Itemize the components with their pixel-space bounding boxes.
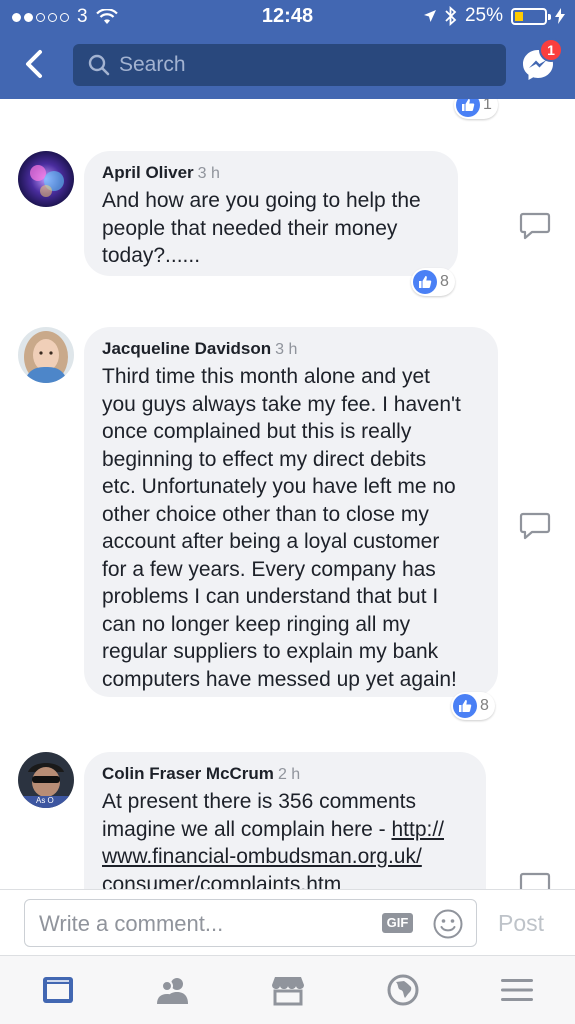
avatar[interactable]: [18, 327, 74, 383]
location-arrow-icon: [423, 10, 436, 22]
comment-link[interactable]: consumer/complaints.htm: [102, 873, 341, 890]
reply-icon[interactable]: [519, 511, 551, 541]
battery-percent: 25%: [464, 5, 503, 26]
battery-icon: [511, 7, 551, 25]
app-screen: 3 12:48 25% Search 1 1 April Oliver 3 h …: [0, 0, 575, 1024]
like-count-chip[interactable]: 8: [411, 268, 455, 296]
comment-line: today?......: [102, 244, 201, 267]
thumbs-up-icon: [413, 270, 437, 294]
comment-author[interactable]: April Oliver: [102, 163, 194, 182]
comment-line: people that needed their money: [102, 216, 398, 240]
globe-notifications-icon[interactable]: [385, 973, 421, 1007]
news-feed-icon[interactable]: [40, 973, 76, 1007]
charging-bolt-icon: [555, 8, 565, 24]
comment-link[interactable]: www.financial-ombudsman.org.uk/: [102, 845, 422, 868]
comment-line-text: imagine we all complain here -: [102, 817, 392, 841]
marketplace-icon[interactable]: [270, 973, 306, 1007]
tab-bar: [0, 955, 575, 1024]
comment-line: other choice other than to close my: [102, 502, 429, 526]
comment-line: account after being a loyal customer: [102, 530, 440, 553]
comment-placeholder: Write a comment...: [39, 911, 224, 936]
like-count: 8: [480, 697, 489, 714]
comment-author[interactable]: Colin Fraser McCrum: [102, 764, 274, 783]
comment-link[interactable]: http://: [391, 818, 444, 841]
bluetooth-icon: [445, 6, 457, 26]
search-input[interactable]: Search: [73, 44, 506, 86]
comment-line: can no longer keep ringing all my: [102, 612, 411, 636]
comment-line: beginning to effect my direct debits: [102, 447, 427, 471]
post-button[interactable]: Post: [498, 910, 544, 937]
comment-feed[interactable]: 1 April Oliver 3 h And how are you going …: [0, 99, 575, 889]
like-count: 1: [483, 99, 492, 113]
like-count: 8: [440, 273, 449, 290]
comment-input[interactable]: Write a comment... GIF: [24, 899, 477, 947]
comment-text: Third time this month alone and yet you …: [102, 363, 480, 693]
comment-line: computers have messed up yet again!: [102, 667, 457, 691]
comment-line: And how are you going to help the: [102, 189, 421, 212]
comment-time: 3 h: [275, 341, 298, 358]
comment-line: consumer/complaints.htm: [102, 871, 468, 890]
comment-text: And how are you going to help the people…: [102, 187, 440, 270]
emoji-icon[interactable]: [432, 908, 464, 940]
comment-bubble[interactable]: Colin Fraser McCrum 2 h At present there …: [84, 752, 486, 889]
comment-line: www.financial-ombudsman.org.uk/: [102, 843, 468, 871]
comment-time: 2 h: [277, 766, 301, 783]
like-count-chip[interactable]: 8: [451, 692, 495, 720]
thumbs-up-icon: [453, 694, 477, 718]
comment-composer: Write a comment... GIF Post: [0, 889, 575, 955]
thumbs-up-icon: [456, 99, 480, 117]
gif-button[interactable]: GIF: [382, 913, 413, 933]
search-placeholder: Search: [119, 53, 186, 76]
reply-icon[interactable]: [519, 211, 551, 241]
avatar[interactable]: As O: [18, 752, 74, 808]
avatar-caption: As O: [36, 796, 54, 805]
status-bar: 3 12:48 25%: [0, 0, 575, 34]
comment-bubble[interactable]: Jacqueline Davidson 3 h Third time this m…: [84, 327, 498, 697]
comment-author[interactable]: Jacqueline Davidson: [102, 339, 271, 358]
comment-line: etc. Unfortunately you have left me no: [102, 475, 456, 498]
avatar[interactable]: [18, 151, 74, 207]
comment-line: imagine we all complain here - http://: [102, 816, 468, 844]
search-icon: [88, 54, 110, 76]
comment-line: once complained but this is really: [102, 420, 412, 443]
comment-text: At present there is 356 comments imagine…: [102, 788, 468, 889]
comment-line: regular suppliers to explain my bank: [102, 640, 439, 663]
comment-line: for a few years. Every company has: [102, 557, 436, 581]
status-right: 25%: [423, 5, 565, 27]
comment-line: Third time this month alone and yet: [102, 365, 431, 388]
comment-line: At present there is 356 comments: [102, 790, 416, 813]
friends-icon[interactable]: [155, 973, 191, 1007]
messenger-badge: 1: [539, 38, 563, 62]
like-count-chip[interactable]: 1: [454, 99, 498, 119]
reply-icon[interactable]: [519, 871, 551, 889]
comment-line: you guys always take my fee. I haven't: [102, 392, 461, 416]
top-bar: 3 12:48 25% Search 1: [0, 0, 575, 99]
comment-time: 3 h: [197, 165, 220, 182]
comment-bubble[interactable]: April Oliver 3 h And how are you going to…: [84, 151, 458, 276]
comment-line: problems I can understand that but I: [102, 585, 439, 608]
back-arrow-icon[interactable]: [18, 44, 54, 84]
menu-icon[interactable]: [499, 973, 535, 1007]
